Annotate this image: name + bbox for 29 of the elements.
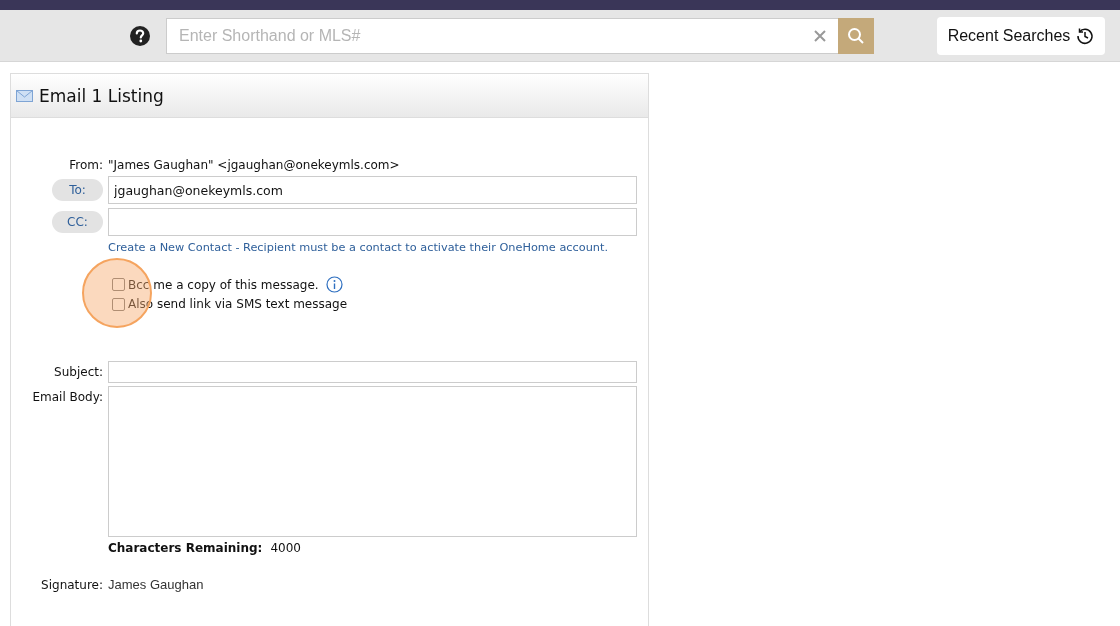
- checkbox[interactable]: [112, 297, 125, 311]
- subject-field[interactable]: [108, 361, 637, 383]
- cc-button[interactable]: CC:: [52, 211, 103, 233]
- search-icon: [847, 26, 865, 45]
- email-body-field[interactable]: [108, 386, 637, 537]
- from-value: "James Gaughan" <jgaughan@onekeymls.com>: [108, 158, 401, 172]
- help-icon[interactable]: [129, 24, 151, 47]
- to-button[interactable]: To:: [52, 179, 103, 201]
- create-contact-link[interactable]: Create a New Contact - Recipient must be a contact to activate their OneHome account.: [108, 240, 608, 256]
- panel-title: Email 1 Listing: [39, 85, 164, 106]
- field-label: Subject:: [53, 365, 103, 379]
- field-label: From:: [68, 158, 103, 172]
- search-button[interactable]: [838, 17, 874, 54]
- characters-remaining-label: Characters Remaining:: [108, 541, 263, 555]
- cc-field[interactable]: [108, 208, 637, 236]
- recent-searches-button[interactable]: Recent Searches: [937, 16, 1105, 55]
- clear-icon[interactable]: [814, 29, 826, 42]
- signature-value: James Gaughan: [108, 577, 205, 592]
- checkbox-label: Bcc me a copy of this message.: [128, 277, 319, 292]
- history-icon: [1076, 26, 1095, 45]
- envelope-icon: [16, 89, 33, 102]
- to-field[interactable]: jgaughan@onekeymls.com: [108, 176, 637, 204]
- checkbox-label: Also send link via SMS text message: [128, 297, 348, 311]
- characters-remaining-value: 4000: [270, 541, 301, 555]
- info-icon[interactable]: [325, 276, 343, 293]
- field-label: Signature:: [40, 577, 103, 592]
- checkbox[interactable]: [112, 278, 125, 291]
- search-field[interactable]: Enter Shorthand or MLS#: [166, 17, 838, 54]
- field-label: Email Body:: [31, 389, 103, 404]
